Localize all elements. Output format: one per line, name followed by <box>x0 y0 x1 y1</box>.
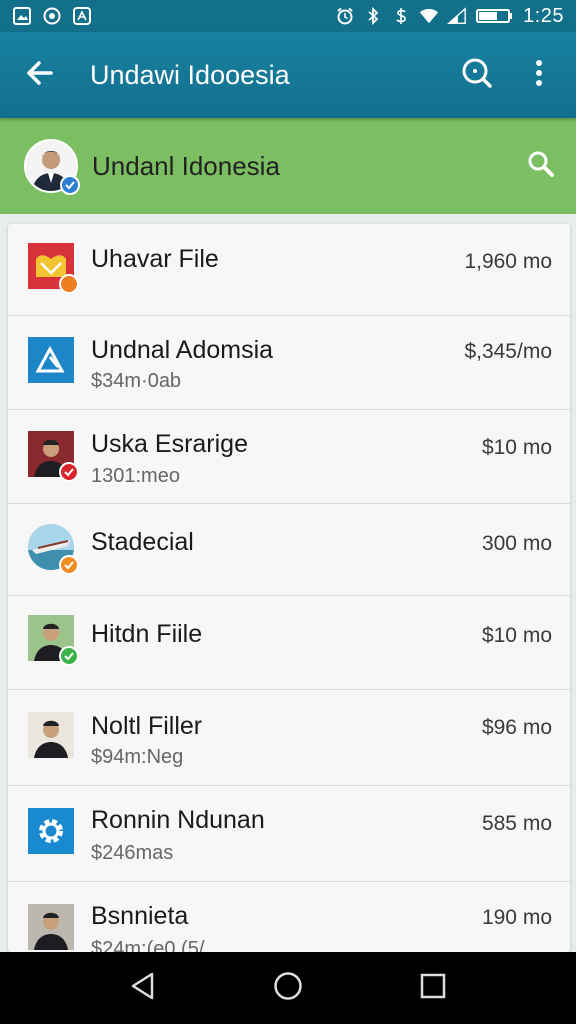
more-vert-icon <box>534 58 544 93</box>
item-price: $,345/mo <box>464 340 552 363</box>
translate-icon <box>72 6 92 26</box>
item-subtitle: $246mas <box>91 842 174 864</box>
blue-app-icon <box>28 337 74 383</box>
item-title: Uska Esrarige <box>91 430 248 458</box>
item-subtitle: $24m:(e0 (5/ <box>91 938 205 952</box>
status-bar: 1:25 <box>0 0 576 32</box>
nav-recents-button[interactable] <box>403 958 463 1018</box>
item-title: Stadecial <box>91 528 194 556</box>
person-photo-icon <box>28 615 79 666</box>
nav-home-button[interactable] <box>258 958 318 1018</box>
list-item[interactable]: Noltl Filler $94m:Neg $96 mo <box>8 690 570 786</box>
list-item[interactable]: Ronnin Ndunan $246mas 585 mo <box>8 786 570 882</box>
back-arrow-icon <box>25 58 55 93</box>
gallery-icon <box>12 6 32 26</box>
profile-header: Undanl Idonesia <box>0 118 576 214</box>
item-subtitle: $34m·0ab <box>91 370 182 392</box>
item-price: $10 mo <box>481 436 552 459</box>
item-price: 585 mo <box>481 812 552 835</box>
list-item[interactable]: Undnal Adomsia $34m·0ab $,345/mo <box>8 316 570 410</box>
recents-square-icon <box>420 973 446 1004</box>
search-icon <box>527 150 555 183</box>
person-photo-icon <box>28 431 79 482</box>
item-subtitle: $94m:Neg <box>91 746 184 768</box>
file-list: Uhavar File 1,960 mo Undnal Adomsia $34m… <box>8 224 570 952</box>
app-bar: Undawi Idooesia <box>0 32 576 118</box>
clock-time: 1:25 <box>523 4 564 27</box>
person-photo-icon <box>28 904 74 950</box>
wifi-icon <box>419 6 439 26</box>
overflow-menu-button[interactable] <box>508 32 570 118</box>
item-price: 1,960 mo <box>464 250 552 273</box>
item-title: Ronnin Ndunan <box>91 806 265 834</box>
nav-back-button[interactable] <box>113 958 173 1018</box>
bluetooth-icon <box>363 6 383 26</box>
item-price: 300 mo <box>481 532 552 555</box>
app-search-button[interactable] <box>446 32 508 118</box>
item-price: $96 mo <box>481 716 552 739</box>
verified-badge-icon <box>60 175 80 195</box>
home-circle-icon <box>273 971 303 1006</box>
app-title: Undawi Idooesia <box>90 59 290 90</box>
alarm-icon <box>335 6 355 26</box>
gear-app-icon <box>28 808 74 854</box>
list-item[interactable]: Bsnnieta $24m:(e0 (5/ 190 mo <box>8 882 570 952</box>
list-item[interactable]: Uska Esrarige 1301:meo $10 mo <box>8 410 570 504</box>
person-photo-icon <box>28 712 74 758</box>
list-item[interactable]: Hitdn Fiile $10 mo <box>8 596 570 690</box>
list-item[interactable]: Uhavar File 1,960 mo <box>8 224 570 316</box>
back-triangle-icon <box>130 972 156 1005</box>
red-document-icon <box>28 243 79 294</box>
search-icon <box>460 56 494 95</box>
profile-avatar[interactable] <box>24 139 80 195</box>
boat-photo-icon <box>28 524 79 575</box>
navigation-bar <box>0 952 576 1024</box>
item-title: Hitdn Fiile <box>91 620 203 648</box>
header-search-button[interactable] <box>506 118 576 214</box>
item-title: Noltl Filler <box>91 712 203 740</box>
status-badge <box>59 646 79 666</box>
item-price: 190 mo <box>481 906 552 929</box>
item-title: Bsnnieta <box>91 902 189 930</box>
list-item[interactable]: Stadecial 300 mo <box>8 504 570 596</box>
item-title: Uhavar File <box>91 245 219 273</box>
status-badge <box>59 462 79 482</box>
circle-notification-icon <box>42 6 62 26</box>
item-subtitle: 1301:meo <box>91 465 180 487</box>
profile-title: Undanl Idonesia <box>92 150 280 181</box>
item-title: Undnal Adomsia <box>91 336 274 364</box>
item-price: $10 mo <box>481 624 552 647</box>
status-badge <box>59 555 79 575</box>
status-badge <box>59 274 79 294</box>
dollar-icon <box>391 6 411 26</box>
back-button[interactable] <box>0 32 80 118</box>
battery-icon <box>475 6 515 26</box>
signal-icon <box>447 6 467 26</box>
